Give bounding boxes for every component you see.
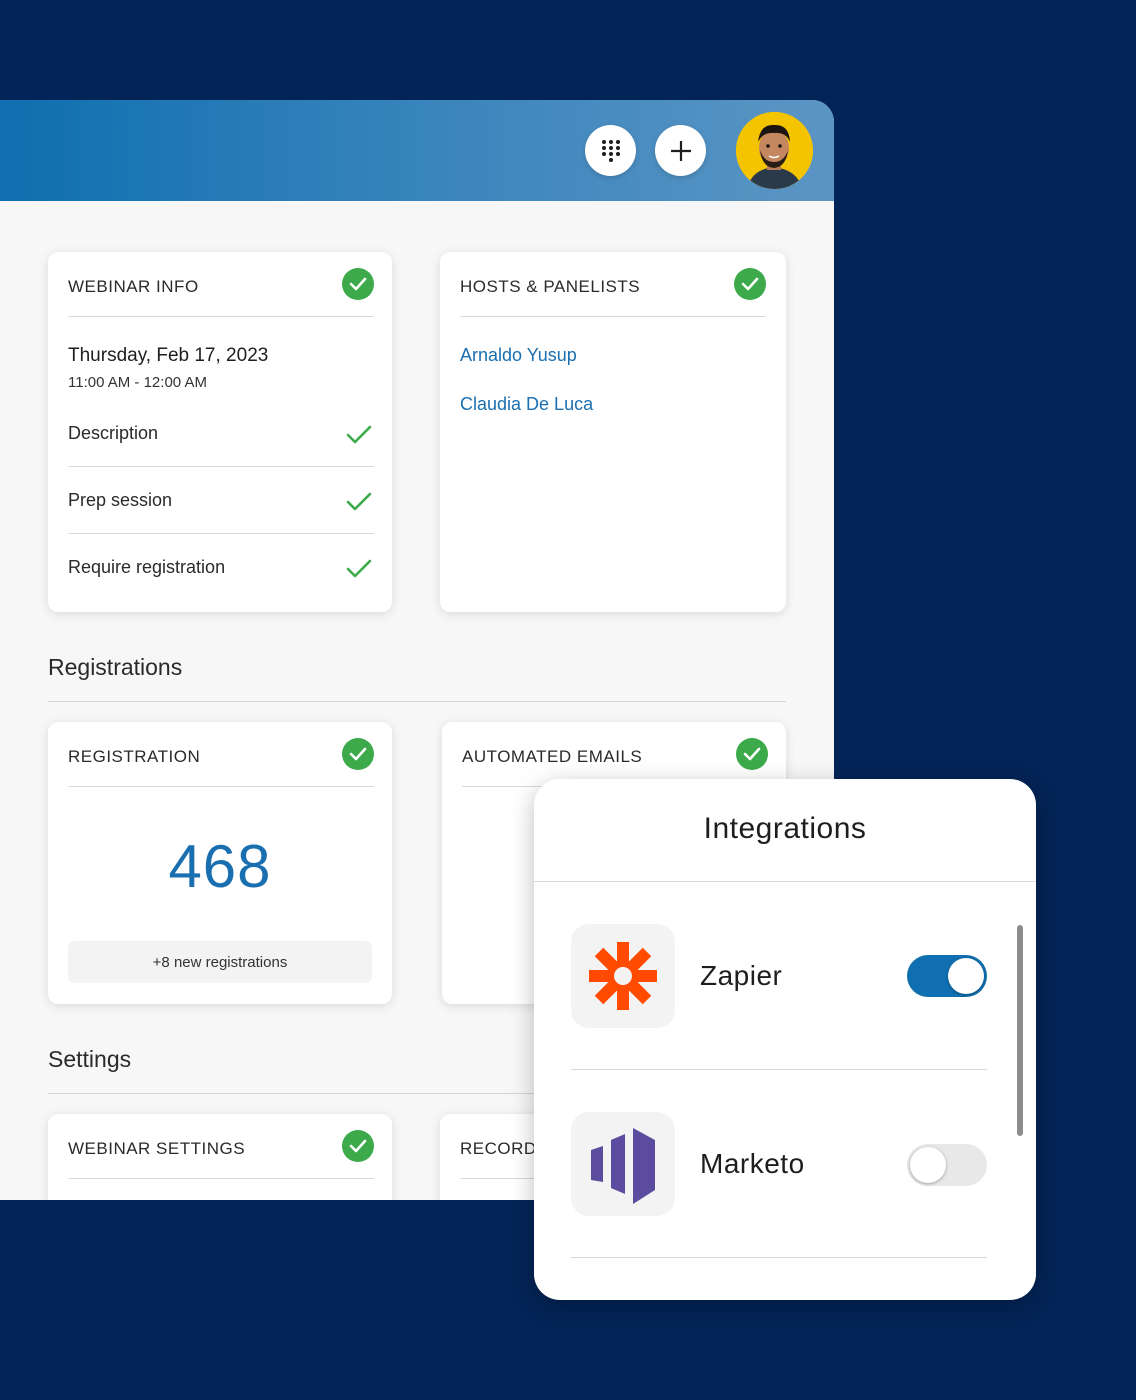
webinar-date: Thursday, Feb 17, 2023 bbox=[68, 345, 269, 366]
card-title: RECORDI bbox=[460, 1139, 542, 1158]
card-title: WEBINAR SETTINGS bbox=[68, 1139, 246, 1158]
divider bbox=[68, 466, 374, 467]
check-circle-icon bbox=[734, 268, 766, 300]
row-prep-session[interactable]: Prep session bbox=[68, 490, 172, 511]
check-circle-icon bbox=[342, 268, 374, 300]
card-title: REGISTRATION bbox=[68, 747, 201, 766]
integrations-panel: Integrations Zapier Marketo bbox=[534, 779, 1036, 1300]
section-title-settings: Settings bbox=[48, 1046, 132, 1072]
scrollbar[interactable] bbox=[1017, 925, 1023, 1136]
card-title: HOSTS & PANELISTS bbox=[460, 277, 641, 296]
marketo-toggle[interactable] bbox=[907, 1144, 987, 1186]
integrations-title: Integrations bbox=[703, 812, 867, 845]
dialpad-grid-icon[interactable] bbox=[585, 125, 636, 176]
check-circle-icon bbox=[736, 738, 768, 770]
zapier-logo-icon bbox=[571, 924, 675, 1028]
row-description[interactable]: Description bbox=[68, 423, 158, 444]
divider bbox=[68, 533, 374, 534]
check-icon bbox=[346, 559, 372, 578]
registration-card: REGISTRATION 468 +8 new registrations bbox=[48, 722, 392, 1004]
check-circle-icon bbox=[342, 1130, 374, 1162]
section-divider bbox=[48, 701, 786, 702]
toggle-knob bbox=[948, 958, 984, 994]
hosts-panelists-card: HOSTS & PANELISTS Arnaldo Yusup Claudia … bbox=[440, 252, 786, 612]
divider bbox=[460, 316, 766, 317]
new-registrations-badge[interactable]: +8 new registrations bbox=[68, 941, 372, 983]
host-link[interactable]: Arnaldo Yusup bbox=[460, 345, 577, 366]
check-icon bbox=[346, 492, 372, 511]
divider bbox=[534, 881, 1036, 882]
divider bbox=[571, 1069, 987, 1070]
divider bbox=[571, 1257, 987, 1258]
divider bbox=[68, 1178, 374, 1179]
card-title: AUTOMATED EMAILS bbox=[462, 747, 643, 766]
webinar-time: 11:00 AM - 12:00 AM bbox=[68, 374, 207, 391]
user-avatar[interactable] bbox=[736, 112, 813, 189]
marketo-logo-icon bbox=[571, 1112, 675, 1216]
toggle-knob bbox=[910, 1147, 946, 1183]
card-title: WEBINAR INFO bbox=[68, 277, 199, 296]
webinar-settings-card: WEBINAR SETTINGS bbox=[48, 1114, 392, 1200]
registration-count: 468 bbox=[168, 833, 272, 900]
check-circle-icon bbox=[342, 738, 374, 770]
zapier-toggle[interactable] bbox=[907, 955, 987, 997]
section-title-registrations: Registrations bbox=[48, 654, 183, 680]
divider bbox=[68, 786, 374, 787]
row-require-registration[interactable]: Require registration bbox=[68, 557, 225, 578]
webinar-info-card: WEBINAR INFO Thursday, Feb 17, 2023 11:0… bbox=[48, 252, 392, 612]
host-link[interactable]: Claudia De Luca bbox=[460, 394, 593, 415]
integration-name-marketo: Marketo bbox=[700, 1148, 805, 1179]
integration-name-zapier: Zapier bbox=[700, 960, 783, 991]
app-header bbox=[0, 100, 834, 201]
plus-icon[interactable] bbox=[655, 125, 706, 176]
divider bbox=[68, 316, 374, 317]
check-icon bbox=[346, 425, 372, 444]
